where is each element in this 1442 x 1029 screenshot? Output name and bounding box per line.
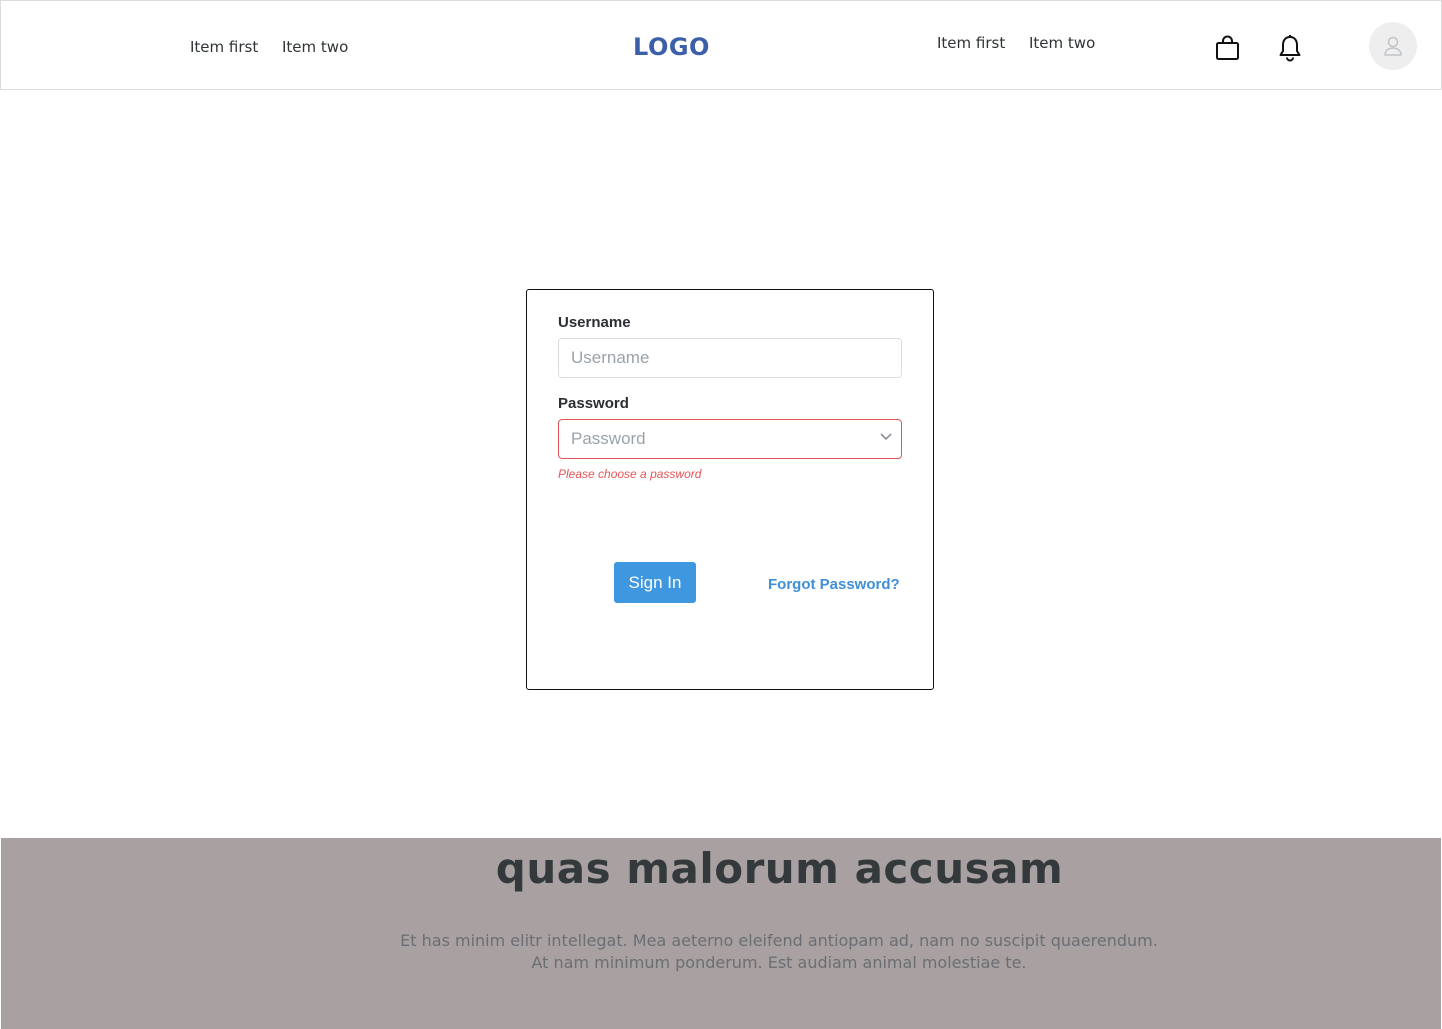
nav-item-two-left[interactable]: Item two — [282, 38, 348, 56]
nav-item-first-right[interactable]: Item first — [937, 34, 1005, 52]
forgot-password-link[interactable]: Forgot Password? — [768, 576, 900, 593]
hero-description: Et has minim elitr intellegat. Mea aeter… — [1, 930, 1441, 974]
bell-icon[interactable] — [1278, 34, 1302, 67]
password-input[interactable] — [558, 419, 902, 459]
avatar[interactable] — [1369, 22, 1417, 70]
logo[interactable]: LOGO — [633, 33, 710, 61]
sign-in-button[interactable]: Sign In — [614, 562, 696, 603]
nav-item-two-right[interactable]: Item two — [1029, 34, 1095, 52]
login-card: Username Password Please choose a passwo… — [526, 289, 934, 690]
password-error-message: Please choose a password — [558, 467, 702, 481]
shopping-bag-icon[interactable] — [1215, 35, 1241, 66]
password-field-wrapper — [558, 419, 902, 459]
hero-title: quas malorum accusam — [495, 844, 1064, 893]
username-label: Username — [558, 314, 631, 331]
hero-text-line-2: At nam minimum ponderum. Est audiam anim… — [531, 953, 1027, 972]
hero-section: quas malorum accusam Et has minim elitr … — [1, 838, 1441, 1029]
username-input[interactable] — [558, 338, 902, 378]
password-label: Password — [558, 395, 629, 412]
user-icon — [1384, 36, 1402, 56]
nav-item-first-left[interactable]: Item first — [190, 38, 258, 56]
top-navbar: Item first Item two LOGO Item first Item… — [0, 0, 1442, 90]
hero-text-line-1: Et has minim elitr intellegat. Mea aeter… — [400, 931, 1158, 950]
